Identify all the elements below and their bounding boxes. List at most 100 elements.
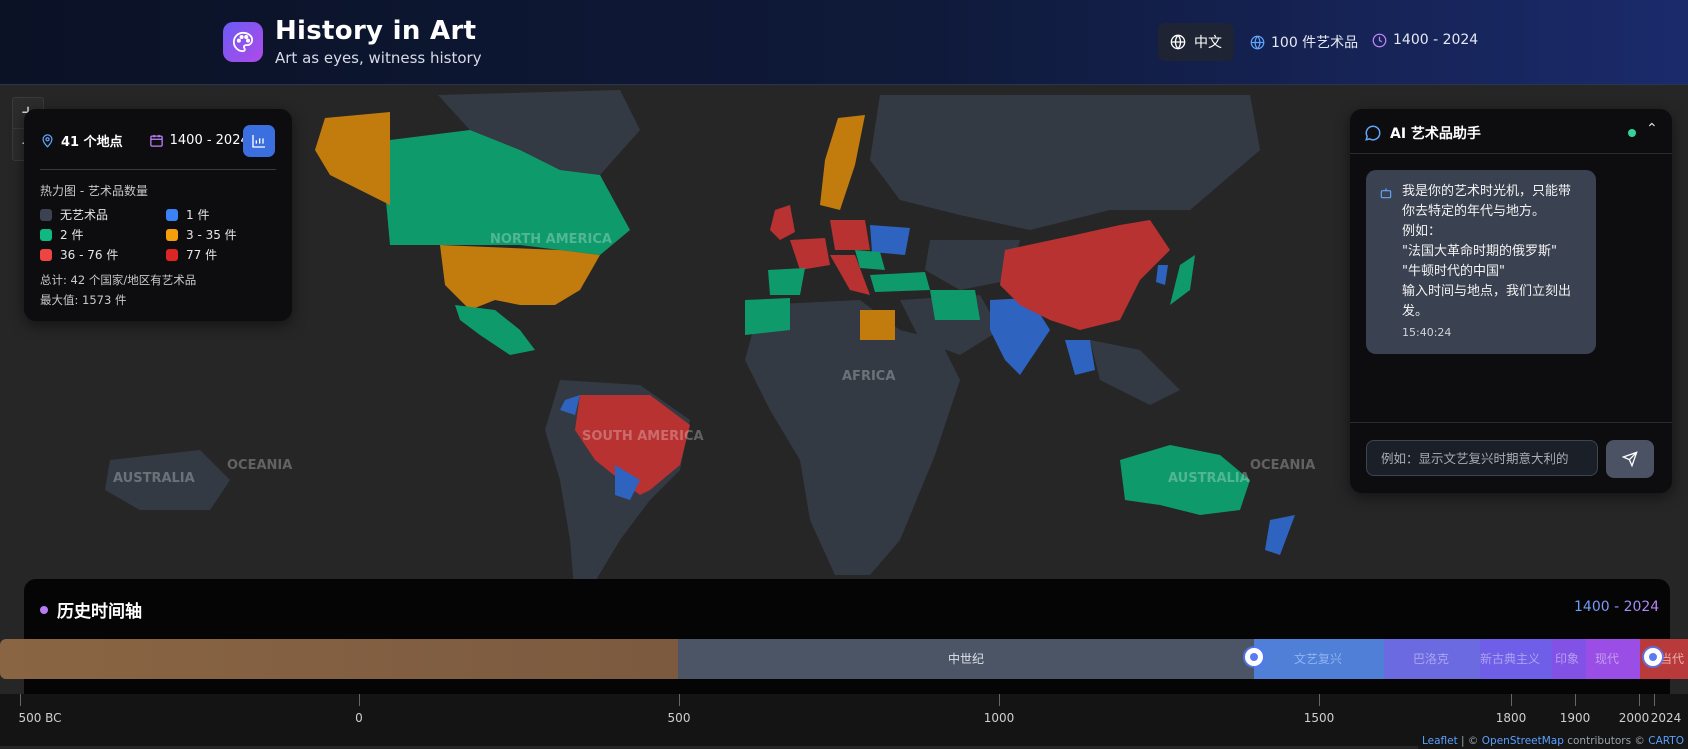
ai-panel-header: AI 艺术品助手 xyxy=(1364,123,1481,143)
era-label-neoclassical: 新古典主义 xyxy=(1480,652,1541,666)
axis-tick xyxy=(1511,694,1512,706)
russia-region[interactable] xyxy=(870,95,1260,230)
chart-toggle-button[interactable] xyxy=(243,125,275,157)
app-subtitle: Art as eyes, witness history xyxy=(275,49,482,67)
north-africa-region[interactable] xyxy=(745,298,790,335)
bar-chart-icon xyxy=(252,135,265,148)
timeline-dot xyxy=(40,605,48,614)
language-label: 中文 xyxy=(1194,35,1222,51)
timeline-title: 历史时间轴 xyxy=(40,597,142,622)
iran-region[interactable] xyxy=(930,290,980,320)
legend-title: 热力图 - 艺术品数量 xyxy=(40,184,148,198)
legend-label: 2 件 xyxy=(60,228,84,242)
send-button[interactable] xyxy=(1606,440,1654,478)
legend-label: 3 - 35 件 xyxy=(186,228,237,242)
germany-region[interactable] xyxy=(830,220,870,250)
stats-panel: 41 个地点 1400 - 2024 热力图 - 艺术品数量 无艺术品 1 件 … xyxy=(24,109,292,321)
axis-tick-label: 500 BC xyxy=(18,711,62,725)
map-label-oceania: OCEANIA xyxy=(1250,458,1315,473)
axis-tick xyxy=(1319,694,1320,706)
indochina-region[interactable] xyxy=(1065,340,1095,375)
map-attribution: Leaflet | © OpenStreetMap contributors ©… xyxy=(1417,735,1688,749)
globe-icon xyxy=(1170,34,1186,50)
axis-tick xyxy=(679,694,680,706)
era-band-ancient[interactable] xyxy=(0,639,678,679)
legend-swatch xyxy=(166,228,178,241)
legend-label: 77 件 xyxy=(186,248,218,262)
year-range-label: 1400 - 2024 xyxy=(1393,32,1479,48)
spain-region[interactable] xyxy=(768,268,805,295)
map-label-africa: AFRICA xyxy=(842,369,895,384)
southeast-asia-region[interactable] xyxy=(1090,340,1180,405)
map-label-south-america: SOUTH AMERICA xyxy=(582,429,704,444)
legend-swatch xyxy=(40,248,52,261)
clock-icon xyxy=(1372,33,1387,47)
era-label-baroque: 巴洛克 xyxy=(1413,652,1450,666)
axis-tick xyxy=(20,694,21,706)
france-region[interactable] xyxy=(790,238,830,270)
axis-tick-label: 1000 xyxy=(983,711,1015,725)
timeline-title-text: 历史时间轴 xyxy=(57,602,142,622)
message-timestamp: 15:40:24 xyxy=(1402,326,1452,339)
axis-tick xyxy=(359,694,360,706)
new-zealand-region[interactable] xyxy=(1265,515,1295,555)
ai-assistant-panel: AI 艺术品助手 ⌃ 我是你的艺术时光机，只能带你去特定的年代与地方。 例如： … xyxy=(1350,109,1672,493)
legend-item: 2 件 xyxy=(40,226,83,243)
language-toggle-button[interactable]: 中文 xyxy=(1158,23,1234,61)
axis-tick xyxy=(1639,694,1640,706)
legend-label: 无艺术品 xyxy=(60,208,109,222)
attribution-text: | © xyxy=(1457,735,1482,747)
stats-summary: 41 个地点 1400 - 2024 xyxy=(40,131,249,150)
era-label-modern: 现代 xyxy=(1595,652,1620,666)
japan-region[interactable] xyxy=(1170,255,1195,305)
korea-region[interactable] xyxy=(1156,265,1168,285)
app-title: History in Art xyxy=(275,16,477,46)
chevron-up-icon[interactable]: ⌃ xyxy=(1646,121,1658,137)
scandinavia-region[interactable] xyxy=(820,115,865,210)
legend-swatch xyxy=(40,208,52,221)
usa-region[interactable] xyxy=(440,245,600,310)
uk-region[interactable] xyxy=(770,205,795,240)
locations-count: 41 个地点 xyxy=(61,135,123,150)
artworks-count-label: 100 件艺术品 xyxy=(1271,35,1359,51)
map-label-australia: AUSTRALIA xyxy=(1168,471,1250,486)
axis-tick-label: 0 xyxy=(355,711,363,725)
map-label-oceania-left: OCEANIA xyxy=(227,458,292,473)
legend-item: 77 件 xyxy=(166,246,217,263)
alaska-region[interactable] xyxy=(315,112,390,205)
axis-tick xyxy=(1575,694,1576,706)
egypt-region[interactable] xyxy=(860,310,895,340)
artworks-count: 100 件艺术品 xyxy=(1250,32,1358,52)
mexico-region[interactable] xyxy=(455,305,535,355)
attribution-text: contributors © xyxy=(1563,735,1649,747)
ai-panel-title: AI 艺术品助手 xyxy=(1390,126,1481,142)
legend-swatch xyxy=(166,208,178,221)
stats-year-range: 1400 - 2024 xyxy=(169,133,249,148)
map-label-australia-left: AUSTRALIA xyxy=(113,471,195,486)
app-header: History in Art Art as eyes, witness hist… xyxy=(0,0,1688,85)
total-countries: 总计: 42 个国家/地区有艺术品 xyxy=(40,273,197,287)
turkey-region[interactable] xyxy=(870,272,930,292)
carto-link[interactable]: CARTO xyxy=(1648,735,1684,747)
ai-query-input[interactable] xyxy=(1366,440,1598,476)
leaflet-link[interactable]: Leaflet xyxy=(1422,735,1458,747)
east-europe-region[interactable] xyxy=(870,225,910,255)
timeline-start-handle[interactable] xyxy=(1245,648,1263,666)
osm-link[interactable]: OpenStreetMap xyxy=(1482,735,1564,747)
calendar-icon xyxy=(149,134,163,147)
timeline-end-handle[interactable] xyxy=(1644,648,1662,666)
axis-tick-label: 500 xyxy=(667,711,691,725)
globe-icon xyxy=(1250,35,1265,49)
axis-tick-label: 2024 xyxy=(1650,711,1682,725)
axis-tick-label: 1500 xyxy=(1303,711,1335,725)
assistant-message: 我是你的艺术时光机，只能带你去特定的年代与地方。 例如： "法国大革命时期的俄罗… xyxy=(1366,170,1596,354)
assistant-message-text: 我是你的艺术时光机，只能带你去特定的年代与地方。 例如： "法国大革命时期的俄罗… xyxy=(1402,184,1572,319)
legend-swatch xyxy=(166,248,178,261)
era-label-impressionism: 印象 xyxy=(1555,652,1580,666)
axis-tick-label: 2000 xyxy=(1618,711,1650,725)
legend-item: 3 - 35 件 xyxy=(166,226,237,243)
legend-item: 36 - 76 件 xyxy=(40,246,118,263)
map-pin-icon xyxy=(42,134,53,148)
era-label-medieval: 中世纪 xyxy=(948,652,985,666)
axis-tick xyxy=(1654,694,1655,706)
